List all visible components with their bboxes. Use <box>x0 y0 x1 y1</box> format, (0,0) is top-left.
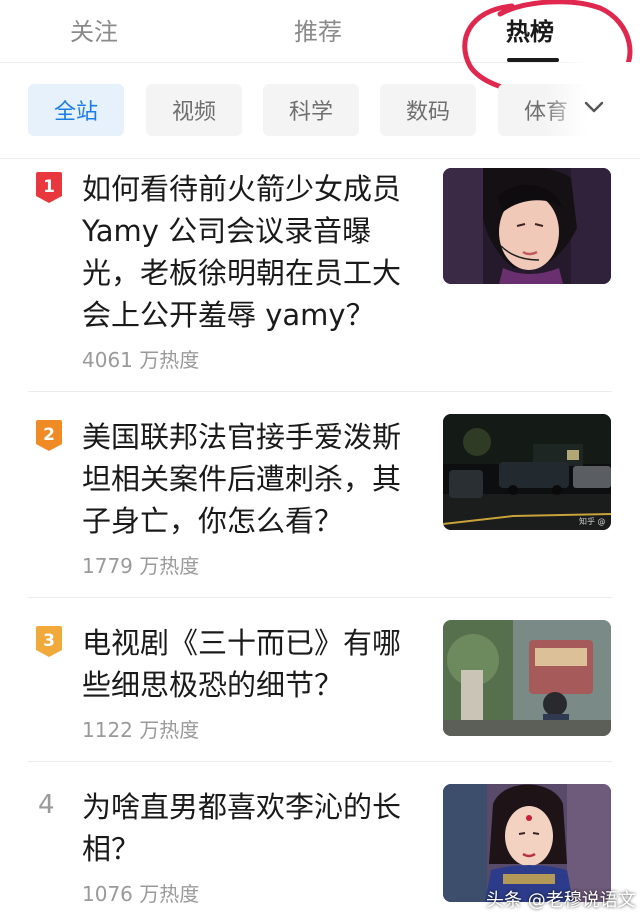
hot-list-item[interactable]: 3 电视剧《三十而已》有哪些细思极恐的细节？ 1122 万热度 <box>0 598 640 762</box>
thumbnail-image[interactable] <box>443 620 611 736</box>
rank-number: 1 <box>43 177 55 197</box>
chip-all-site[interactable]: 全站 <box>28 84 124 136</box>
tab-hot-list[interactable]: 热榜 <box>506 12 554 47</box>
chip-video[interactable]: 视频 <box>146 84 242 136</box>
heat-count: 4061 万热度 <box>82 348 200 372</box>
rank-badge-icon: 3 <box>36 626 62 657</box>
chip-digital[interactable]: 数码 <box>380 84 476 136</box>
source-watermark: 头条 @老穆说语文 <box>486 890 636 911</box>
rank-number: 3 <box>43 631 55 651</box>
thumbnail-image[interactable]: 知乎 @ <box>443 414 611 530</box>
hot-list-item[interactable]: 2 美国联邦法官接手爱泼斯坦相关案件后遭刺杀，其子身亡，你怎么看？ 1779 万… <box>0 392 640 598</box>
tab-follow[interactable]: 关注 <box>70 12 118 47</box>
heat-count: 1122 万热度 <box>82 718 200 742</box>
top-tab-bar: 关注 推荐 热榜 <box>0 0 640 63</box>
chip-science[interactable]: 科学 <box>263 84 359 136</box>
rank-number: 4 <box>38 790 55 820</box>
hot-list-item[interactable]: 1 如何看待前火箭少女成员 Yamy 公司会议录音曝光，老板徐明朝在员工大会上公… <box>0 158 640 392</box>
thumbnail-watermark: 知乎 @ <box>579 516 606 526</box>
heat-count: 1076 万热度 <box>82 882 200 906</box>
rank-badge-icon: 2 <box>36 420 62 451</box>
item-title[interactable]: 电视剧《三十而已》有哪些细思极恐的细节？ <box>82 622 420 706</box>
rank-number: 2 <box>43 425 55 445</box>
category-chip-bar: 全站 视频 科学 数码 体育 <box>0 62 640 159</box>
tab-recommend[interactable]: 推荐 <box>294 12 342 47</box>
rank-badge-icon: 1 <box>36 172 62 203</box>
item-title[interactable]: 美国联邦法官接手爱泼斯坦相关案件后遭刺杀，其子身亡，你怎么看？ <box>82 416 420 542</box>
heat-count: 1779 万热度 <box>82 554 200 578</box>
thumbnail-image[interactable] <box>443 168 611 284</box>
item-title[interactable]: 为啥直男都喜欢李沁的长相？ <box>82 786 420 870</box>
chevron-down-icon[interactable] <box>583 96 605 118</box>
item-title[interactable]: 如何看待前火箭少女成员 Yamy 公司会议录音曝光，老板徐明朝在员工大会上公开羞… <box>82 168 420 336</box>
thumbnail-image[interactable] <box>443 784 611 902</box>
